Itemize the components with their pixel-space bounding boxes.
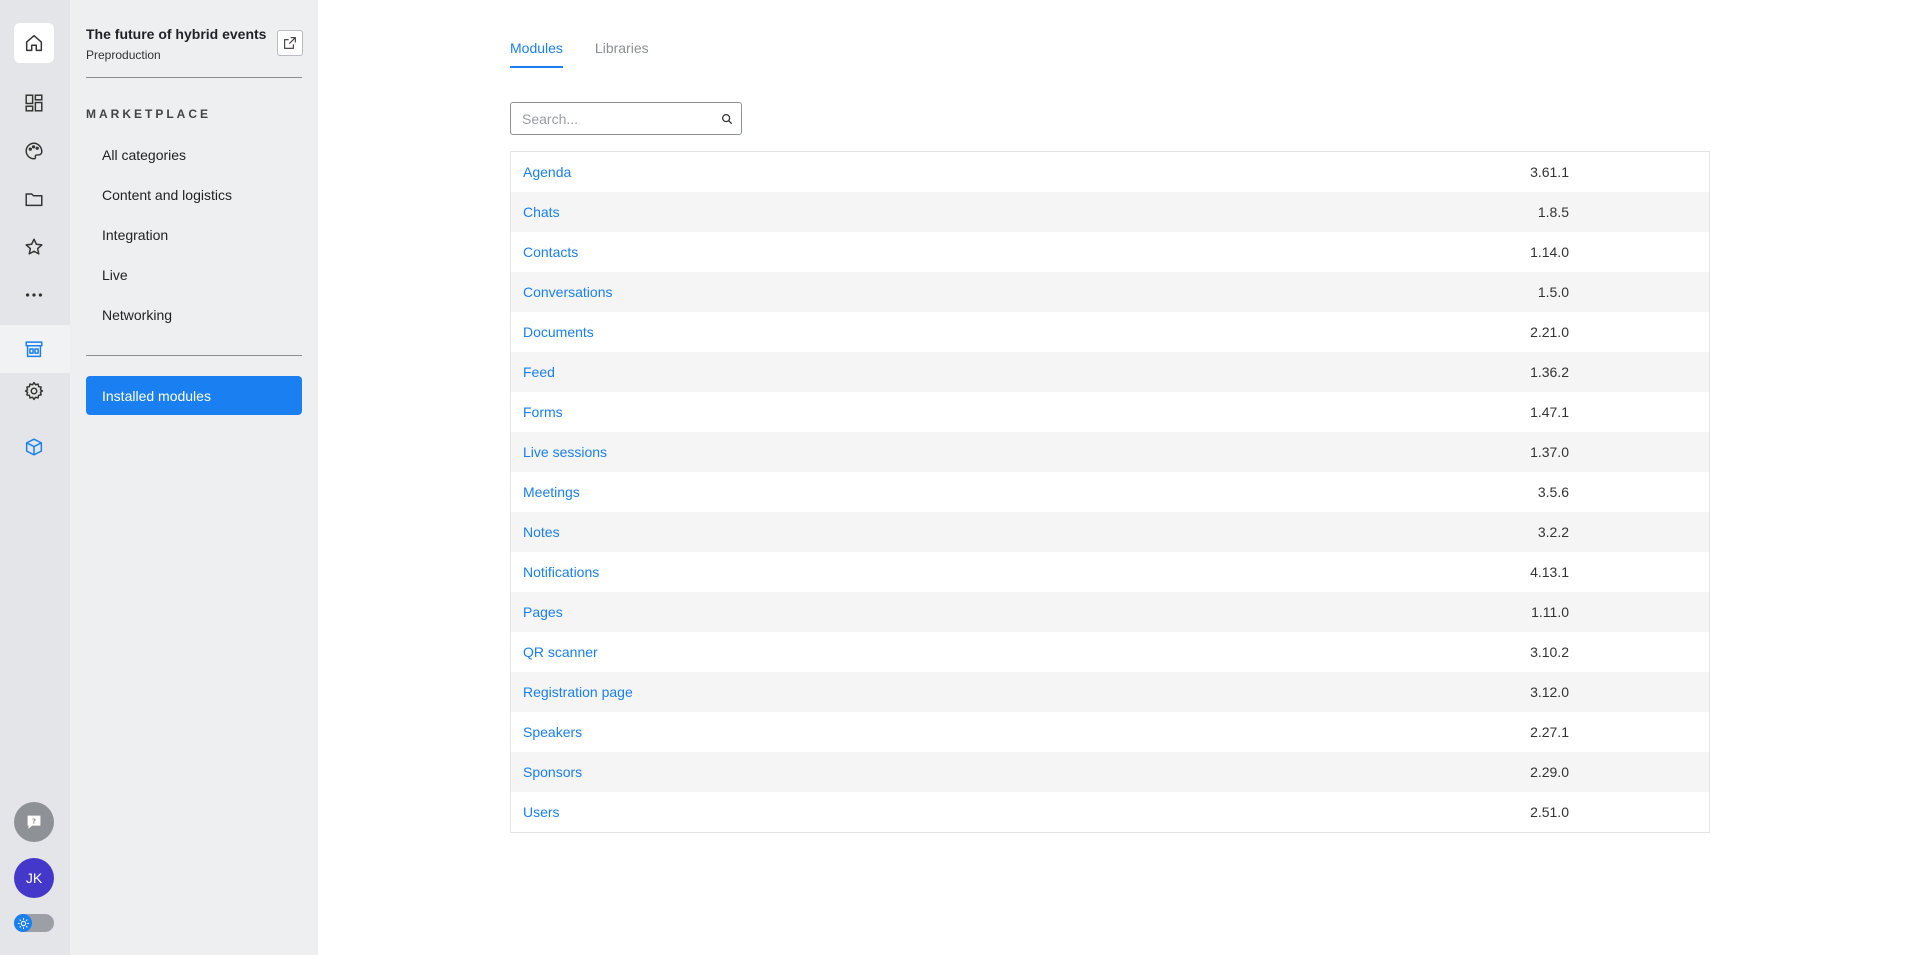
help-chat-button[interactable]: ? (14, 802, 54, 842)
sidebar-divider (86, 77, 302, 78)
table-row: Meetings 3.5.6 (511, 472, 1709, 512)
sidebar-item-all-categories[interactable]: All categories (102, 147, 186, 163)
module-version: 1.5.0 (1537, 284, 1569, 300)
gear-icon[interactable] (14, 371, 54, 411)
module-version: 1.11.0 (1531, 604, 1569, 620)
marketplace-sidebar: The future of hybrid events Preproductio… (70, 0, 318, 955)
search-icon[interactable] (713, 112, 741, 126)
folder-icon[interactable] (14, 179, 54, 219)
table-row: Feed 1.36.2 (511, 352, 1709, 392)
table-row: Chats 1.8.5 (511, 192, 1709, 232)
module-version: 2.51.0 (1530, 804, 1569, 820)
table-row: Pages 1.11.0 (511, 592, 1709, 632)
table-row: Notes 3.2.2 (511, 512, 1709, 552)
theme-toggle[interactable] (14, 914, 54, 932)
table-row: Contacts 1.14.0 (511, 232, 1709, 272)
module-link[interactable]: Sponsors (523, 764, 582, 780)
module-link[interactable]: Feed (523, 364, 555, 380)
tab-modules[interactable]: Modules (510, 40, 563, 68)
module-link[interactable]: Chats (523, 204, 560, 220)
dashboard-icon[interactable] (14, 83, 54, 123)
search-box (510, 102, 742, 135)
help-icon: ? (27, 815, 41, 829)
table-row: Forms 1.47.1 (511, 392, 1709, 432)
module-version: 1.47.1 (1530, 404, 1569, 420)
module-link[interactable]: Live sessions (523, 444, 607, 460)
external-link-icon (284, 37, 296, 49)
installed-modules-button[interactable]: Installed modules (86, 376, 302, 415)
module-version: 2.21.0 (1530, 324, 1569, 340)
module-version: 4.13.1 (1530, 564, 1569, 580)
table-row: Registration page 3.12.0 (511, 672, 1709, 712)
module-link[interactable]: QR scanner (523, 644, 598, 660)
module-version: 1.14.0 (1530, 244, 1569, 260)
open-external-button[interactable] (277, 30, 303, 56)
module-link[interactable]: Meetings (523, 484, 580, 500)
module-version: 2.29.0 (1530, 764, 1569, 780)
table-row: Agenda 3.61.1 (511, 152, 1709, 192)
table-row: QR scanner 3.10.2 (511, 632, 1709, 672)
module-link[interactable]: Registration page (523, 684, 633, 700)
sidebar-item-content-and-logistics[interactable]: Content and logistics (102, 187, 232, 203)
event-subtitle: Preproduction (86, 48, 161, 62)
palette-icon[interactable] (14, 131, 54, 171)
section-label: MARKETPLACE (86, 107, 211, 121)
tab-bar: Modules Libraries (510, 40, 649, 68)
user-avatar[interactable]: JK (14, 858, 54, 898)
home-icon[interactable] (14, 23, 54, 63)
module-link[interactable]: Contacts (523, 244, 578, 260)
sidebar-divider (86, 355, 302, 356)
table-row: Conversations 1.5.0 (511, 272, 1709, 312)
module-version: 1.37.0 (1530, 444, 1569, 460)
table-row: Notifications 4.13.1 (511, 552, 1709, 592)
sidebar-item-networking[interactable]: Networking (102, 307, 172, 323)
module-version: 3.10.2 (1530, 644, 1569, 660)
module-version: 1.36.2 (1530, 364, 1569, 380)
event-title: The future of hybrid events (86, 26, 267, 42)
table-row: Users 2.51.0 (511, 792, 1709, 832)
module-link[interactable]: Conversations (523, 284, 613, 300)
module-link[interactable]: Users (523, 804, 560, 820)
tab-libraries[interactable]: Libraries (595, 40, 649, 68)
more-icon[interactable] (14, 275, 54, 315)
sidebar-item-live[interactable]: Live (102, 267, 128, 283)
module-version: 3.61.1 (1530, 164, 1569, 180)
icon-rail: ? JK (0, 0, 70, 955)
table-row: Documents 2.21.0 (511, 312, 1709, 352)
module-link[interactable]: Documents (523, 324, 594, 340)
table-row: Live sessions 1.37.0 (511, 432, 1709, 472)
module-version: 1.8.5 (1537, 204, 1569, 220)
module-link[interactable]: Speakers (523, 724, 582, 740)
module-link[interactable]: Notes (523, 524, 560, 540)
sun-icon (14, 914, 32, 932)
svg-text:?: ? (32, 816, 36, 825)
table-row: Sponsors 2.29.0 (511, 752, 1709, 792)
cube-icon[interactable] (14, 427, 54, 467)
module-link[interactable]: Agenda (523, 164, 571, 180)
module-version: 3.5.6 (1537, 484, 1569, 500)
sidebar-item-integration[interactable]: Integration (102, 227, 168, 243)
marketplace-icon[interactable] (14, 329, 54, 369)
module-version: 2.27.1 (1530, 724, 1569, 740)
star-icon[interactable] (14, 227, 54, 267)
modules-table: Agenda 3.61.1 Chats 1.8.5 Contacts 1.14.0 C… (510, 151, 1710, 833)
module-version: 3.2.2 (1537, 524, 1569, 540)
module-link[interactable]: Notifications (523, 564, 599, 580)
module-version: 3.12.0 (1530, 684, 1569, 700)
module-link[interactable]: Forms (523, 404, 563, 420)
search-input[interactable] (511, 103, 713, 134)
module-link[interactable]: Pages (523, 604, 563, 620)
table-row: Speakers 2.27.1 (511, 712, 1709, 752)
